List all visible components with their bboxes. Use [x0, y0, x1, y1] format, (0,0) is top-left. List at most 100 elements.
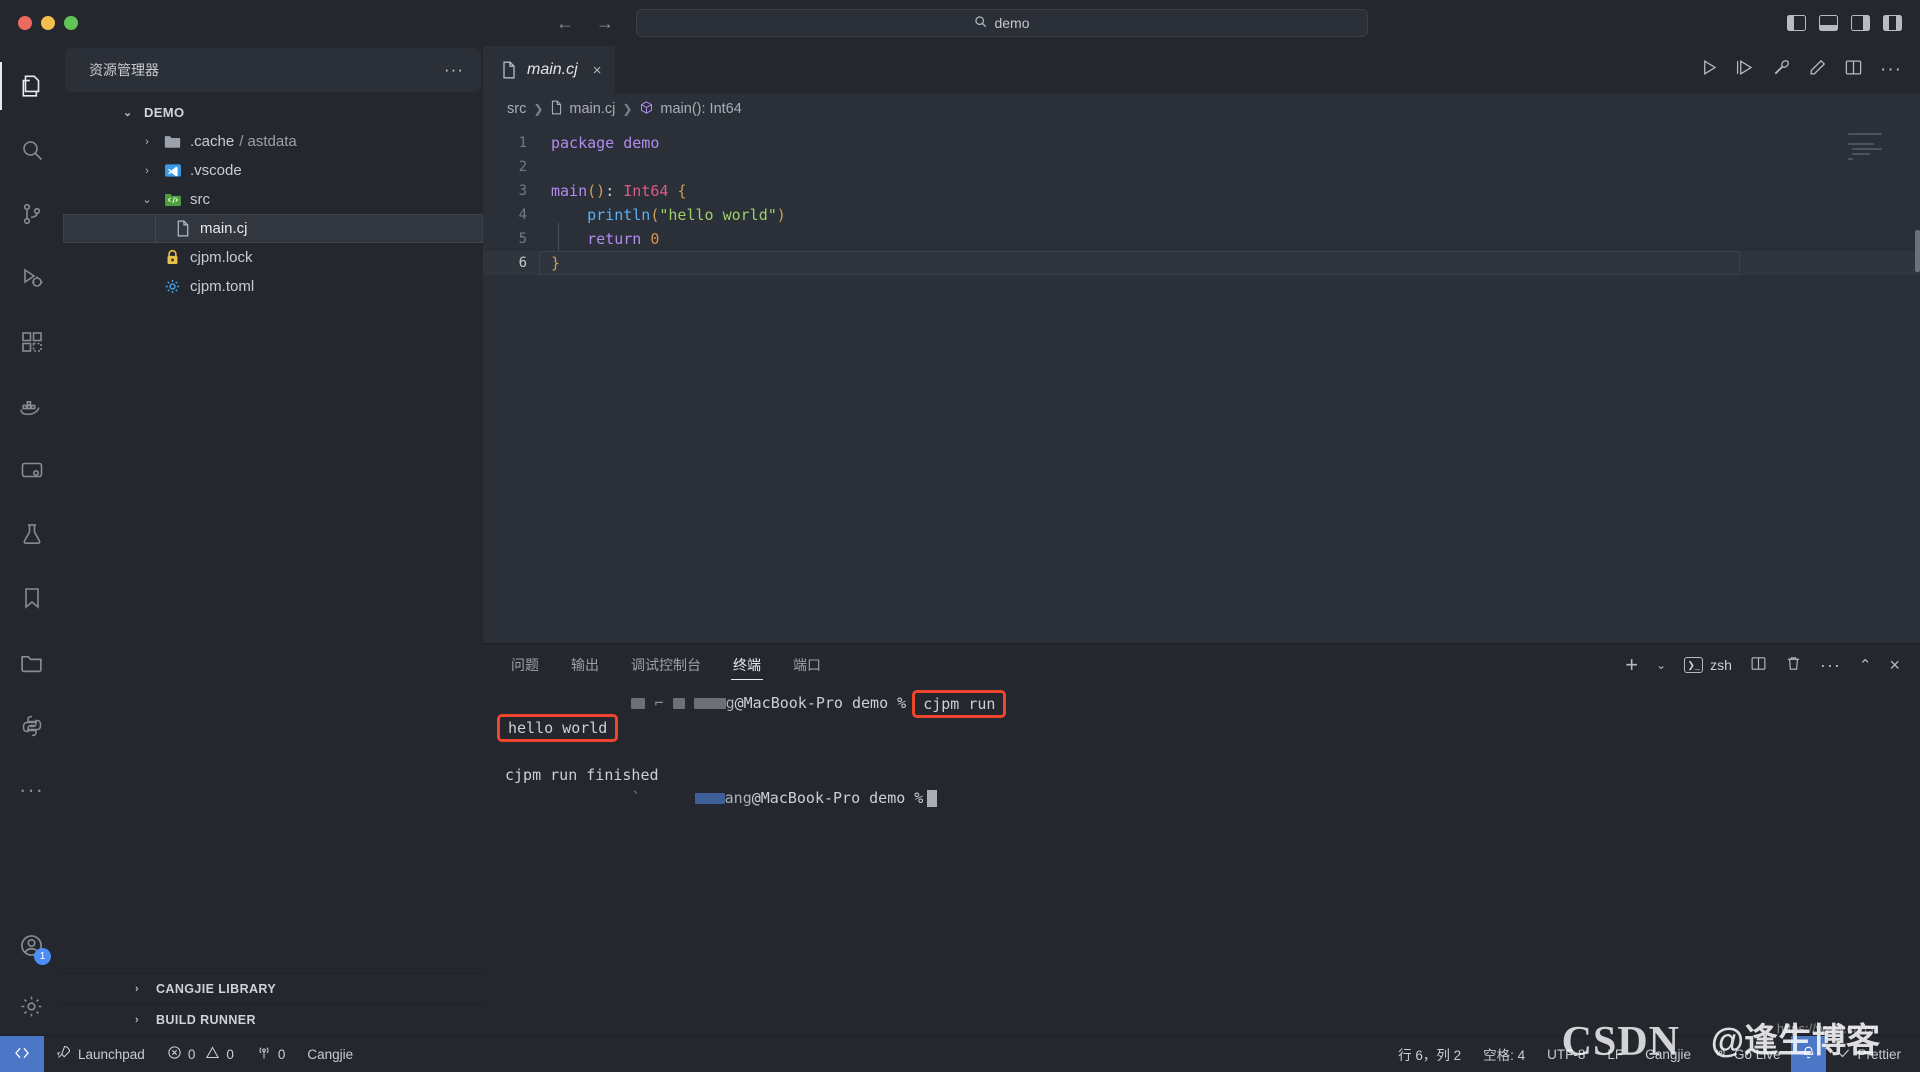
tree-item-main-cj[interactable]: main.cj — [63, 214, 483, 243]
sidebar-item-file-browser[interactable] — [0, 630, 63, 694]
tab-problems[interactable]: 问题 — [495, 644, 555, 686]
ellipsis-icon[interactable]: ··· — [1880, 59, 1902, 81]
close-icon[interactable]: × — [593, 62, 602, 79]
wrench-icon[interactable] — [1772, 58, 1791, 82]
minimize-window-button[interactable] — [41, 16, 55, 30]
remote-indicator[interactable] — [0, 1035, 44, 1072]
status-item-go-live[interactable]: Go Live — [1702, 1036, 1792, 1072]
tab-ports[interactable]: 端口 — [777, 644, 837, 686]
tree-item-cjpm-toml[interactable]: cjpm.toml — [63, 272, 483, 301]
status-item-launchpad[interactable]: Launchpad — [44, 1036, 156, 1072]
toggle-panel-icon[interactable] — [1819, 15, 1838, 31]
editor-scrollbar[interactable] — [1915, 230, 1920, 272]
toggle-primary-sidebar-icon[interactable] — [1787, 15, 1806, 31]
status-item-cursor-position[interactable]: 行 6，列 2 — [1387, 1036, 1472, 1072]
forward-arrow-icon[interactable]: → — [596, 13, 614, 34]
sidebar-item-extensions[interactable] — [0, 310, 63, 374]
breadcrumb-item-main-cj[interactable]: main.cj — [550, 100, 615, 119]
tab-main-cj[interactable]: main.cj × — [483, 46, 616, 93]
file-tree[interactable]: ⌄ DEMO › .cache / astdata › .vscode ⌄ sr… — [63, 92, 483, 973]
split-editor-icon[interactable] — [1844, 58, 1863, 82]
run-debug-icon — [20, 266, 44, 290]
chevron-right-icon[interactable]: › — [139, 165, 155, 177]
split-icon[interactable] — [1750, 655, 1767, 676]
section-build-runner[interactable]: › BUILD RUNNER — [63, 1004, 483, 1035]
panel-tab-label: 输出 — [571, 657, 599, 673]
code-content[interactable]: 1 package demo 2 3 main(): Int64 { 4 pri… — [483, 125, 1920, 275]
run-icon[interactable] — [1700, 58, 1719, 82]
terminal-prompt-host: @MacBook-Pro demo % — [751, 789, 924, 807]
notifications-bell[interactable] — [1791, 1035, 1827, 1072]
plus-icon[interactable]: + — [1625, 654, 1638, 676]
trash-icon[interactable] — [1785, 655, 1802, 676]
tab-output[interactable]: 输出 — [555, 644, 615, 686]
sidebar-item-explorer[interactable] — [0, 54, 63, 118]
status-item-language-left[interactable]: Cangjie — [296, 1036, 364, 1072]
command-center-search[interactable]: demo — [636, 9, 1368, 37]
sidebar-item-docker[interactable] — [0, 374, 63, 438]
minimap[interactable] — [1848, 133, 1904, 163]
line-text: println("hello world") — [587, 206, 786, 224]
tab-debug-console[interactable]: 调试控制台 — [615, 644, 717, 686]
sidebar-item-remote-explorer[interactable] — [0, 438, 63, 502]
back-arrow-icon[interactable]: ← — [556, 13, 574, 34]
pencil-icon[interactable] — [1808, 58, 1827, 82]
status-label: Cangjie — [1645, 1046, 1691, 1062]
tree-item-cjpm-lock[interactable]: cjpm.lock — [63, 243, 483, 272]
source-control-icon — [20, 202, 44, 226]
active-terminal-zsh[interactable]: ❯_ zsh — [1684, 657, 1732, 673]
activity-bar[interactable]: ··· 1 — [0, 46, 63, 1035]
window-traffic-lights[interactable] — [0, 16, 78, 30]
sidebar-item-python[interactable] — [0, 694, 63, 758]
chevron-down-icon[interactable]: ⌄ — [139, 193, 155, 206]
chevron-down-icon[interactable]: ⌄ — [1656, 658, 1666, 672]
sidebar-item-search[interactable] — [0, 118, 63, 182]
maximize-window-button[interactable] — [64, 16, 78, 30]
editor-actions[interactable]: ··· — [1700, 46, 1920, 93]
terminal-output[interactable]: ⌐ g @MacBook-Pro demo % cjpm run hello w… — [483, 686, 1920, 1035]
chevron-right-icon[interactable]: › — [139, 136, 155, 148]
tree-item-cache-astdata[interactable]: › .cache / astdata — [63, 127, 483, 156]
status-item-radio-tower[interactable]: 0 — [245, 1036, 297, 1072]
sidebar-item-source-control[interactable] — [0, 182, 63, 246]
close-icon[interactable]: × — [1889, 655, 1900, 676]
customize-layout-icon[interactable] — [1883, 15, 1902, 31]
status-item-prettier[interactable]: Prettier — [1826, 1036, 1912, 1072]
sidebar-item-more[interactable]: ··· — [0, 758, 63, 822]
gear-icon — [163, 277, 182, 296]
workspace-root-row[interactable]: ⌄ DEMO — [63, 98, 483, 127]
line-text: main(): Int64 { — [551, 182, 687, 200]
run-debug-icon[interactable] — [1736, 58, 1755, 82]
status-item-problems[interactable]: 0 0 — [156, 1036, 245, 1072]
warning-count: 0 — [226, 1046, 234, 1062]
breadcrumb-item-src[interactable]: src — [507, 101, 526, 117]
code-line-current: 6 } — [483, 251, 1920, 275]
status-item-language-mode[interactable]: Cangjie — [1634, 1036, 1702, 1072]
tree-item-src[interactable]: ⌄ src — [63, 185, 483, 214]
section-cangjie-library[interactable]: › CANGJIE LIBRARY — [63, 973, 483, 1004]
account-button[interactable]: 1 — [0, 913, 63, 977]
ellipsis-icon[interactable]: ··· — [1820, 655, 1841, 676]
layout-controls[interactable] — [1787, 15, 1902, 31]
close-window-button[interactable] — [18, 16, 32, 30]
status-item-indentation[interactable]: 空格: 4 — [1472, 1036, 1536, 1072]
navigation-arrows[interactable]: ← → — [556, 13, 614, 34]
sidebar-item-run-and-debug[interactable] — [0, 246, 63, 310]
panel-actions[interactable]: + ⌄ ❯_ zsh ··· ⌃ × — [1625, 644, 1920, 686]
chevron-up-icon[interactable]: ⌃ — [1859, 656, 1872, 674]
sidebar-item-bookmarks[interactable] — [0, 566, 63, 630]
explorer-more-actions-icon[interactable]: ··· — [444, 60, 464, 80]
status-item-encoding[interactable]: UTF-8 — [1536, 1036, 1596, 1072]
settings-button[interactable] — [0, 977, 63, 1035]
breadcrumb-item-symbol[interactable]: main(): Int64 — [639, 100, 742, 119]
tab-terminal[interactable]: 终端 — [717, 644, 777, 686]
tree-item-vscode[interactable]: › .vscode — [63, 156, 483, 185]
status-item-eol[interactable]: LF — [1596, 1036, 1634, 1072]
sidebar-item-testing[interactable] — [0, 502, 63, 566]
breadcrumb[interactable]: src ❯ main.cj ❯ main(): Int64 — [483, 93, 1920, 125]
tree-item-label: cjpm.lock — [190, 249, 253, 266]
chevron-right-icon: ❯ — [533, 102, 544, 116]
code-editor[interactable]: 1 package demo 2 3 main(): Int64 { 4 pri… — [483, 125, 1920, 643]
toggle-secondary-sidebar-icon[interactable] — [1851, 15, 1870, 31]
status-bar-right: 行 6，列 2 空格: 4 UTF-8 LF Cangjie Go Live P… — [1387, 1035, 1920, 1072]
